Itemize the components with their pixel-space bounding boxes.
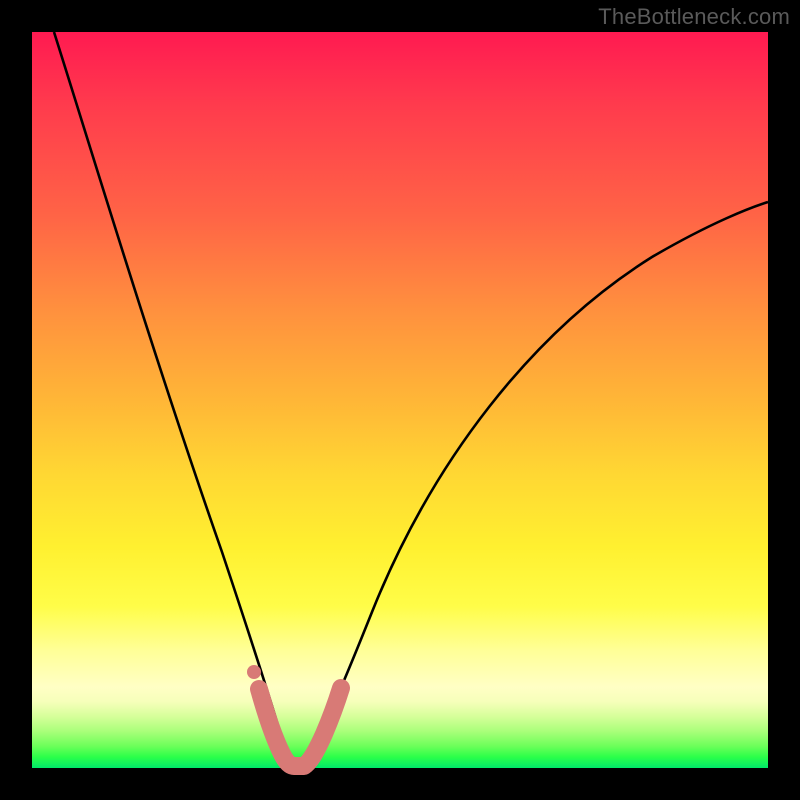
chart-frame: TheBottleneck.com: [0, 0, 800, 800]
bottleneck-curve: [54, 32, 768, 767]
optimal-dot: [247, 665, 261, 679]
watermark-text: TheBottleneck.com: [598, 4, 790, 30]
curve-layer: [32, 32, 768, 768]
plot-area: [32, 32, 768, 768]
optimal-band-stroke: [259, 688, 341, 766]
